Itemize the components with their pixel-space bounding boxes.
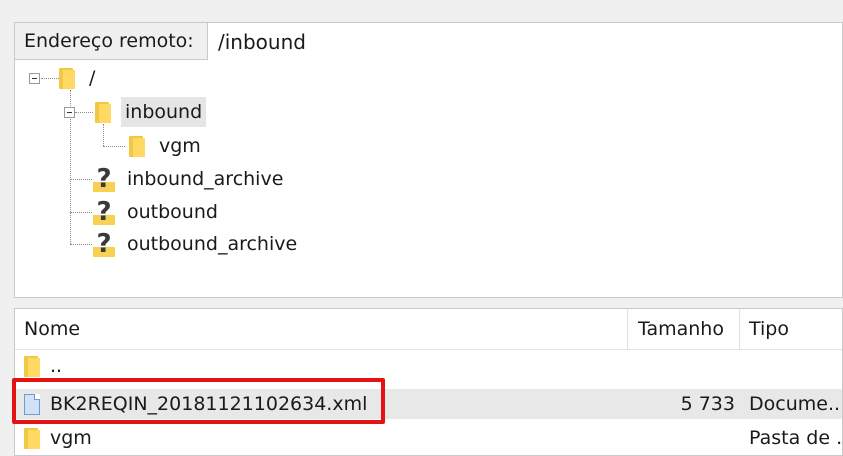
remote-address-input[interactable] (208, 23, 842, 61)
tree-node-inbound[interactable]: inbound (95, 97, 207, 127)
folder-icon (59, 67, 75, 89)
tree-node-inbound-archive[interactable]: ? inbound_archive (93, 164, 287, 194)
file-row-parent-dir[interactable]: .. (15, 351, 842, 381)
column-header-name[interactable]: Nome (15, 309, 627, 349)
file-name: .. (50, 355, 63, 377)
file-name-cell: .. (24, 351, 62, 381)
folder-icon (95, 101, 111, 123)
collapse-toggle-root[interactable] (29, 73, 40, 84)
file-name-cell: BK2REQIN_20181121102634.xml (24, 389, 367, 419)
tree-node-label: vgm (159, 135, 201, 157)
tree-connector (103, 146, 125, 147)
file-row-bk2reqin[interactable]: BK2REQIN_20181121102634.xml 5 733 Docume… (15, 389, 842, 419)
tree-node-label: outbound_archive (127, 233, 298, 255)
tree-node-outbound[interactable]: ? outbound (93, 197, 222, 227)
unknown-folder-icon: ? (93, 164, 115, 194)
folder-icon (24, 427, 40, 449)
tree-connector (75, 112, 93, 113)
tree-node-label: inbound_archive (127, 168, 284, 190)
tree-connector (70, 179, 92, 180)
column-header-type[interactable]: Tipo (740, 309, 842, 349)
tree-node-label: outbound (127, 201, 218, 223)
column-header-size[interactable]: Tamanho (629, 309, 739, 349)
xml-file-icon (24, 393, 40, 415)
file-name: vgm (50, 427, 92, 449)
folder-icon (24, 355, 40, 377)
file-list-header: Nome Tamanho Tipo (15, 309, 842, 350)
folder-icon (129, 135, 145, 157)
tree-node-root[interactable]: / (59, 63, 99, 93)
tree-connector (70, 244, 92, 245)
file-type: Pasta de ... (749, 427, 843, 449)
file-name-cell: vgm (24, 423, 92, 453)
collapse-toggle-inbound[interactable] (64, 107, 75, 118)
file-size: 5 733 (680, 393, 735, 415)
tree-connector (41, 78, 61, 79)
tree-node-label: inbound (121, 97, 207, 127)
tree-connector (70, 212, 92, 213)
unknown-folder-icon: ? (93, 229, 115, 259)
tree-node-vgm[interactable]: vgm (129, 131, 205, 161)
tree-node-outbound-archive[interactable]: ? outbound_archive (93, 229, 301, 259)
unknown-folder-icon: ? (93, 197, 115, 227)
remote-site-panel: Endereço remoto: / inbound vgm ? inbound… (0, 0, 843, 456)
remote-address-label: Endereço remoto: (15, 23, 208, 59)
file-type: Docume... (749, 393, 843, 415)
file-row-vgm[interactable]: vgm Pasta de ... (15, 423, 842, 453)
remote-file-list: Nome Tamanho Tipo .. BK2REQIN_2018112110… (14, 308, 843, 456)
tree-connector (103, 124, 104, 146)
tree-node-label: / (89, 67, 96, 89)
column-separator[interactable] (627, 309, 628, 349)
remote-directory-tree: / inbound vgm ? inbound_archive ? outbou… (14, 60, 843, 298)
file-name: BK2REQIN_20181121102634.xml (50, 393, 368, 415)
remote-address-bar: Endereço remoto: (14, 22, 843, 61)
